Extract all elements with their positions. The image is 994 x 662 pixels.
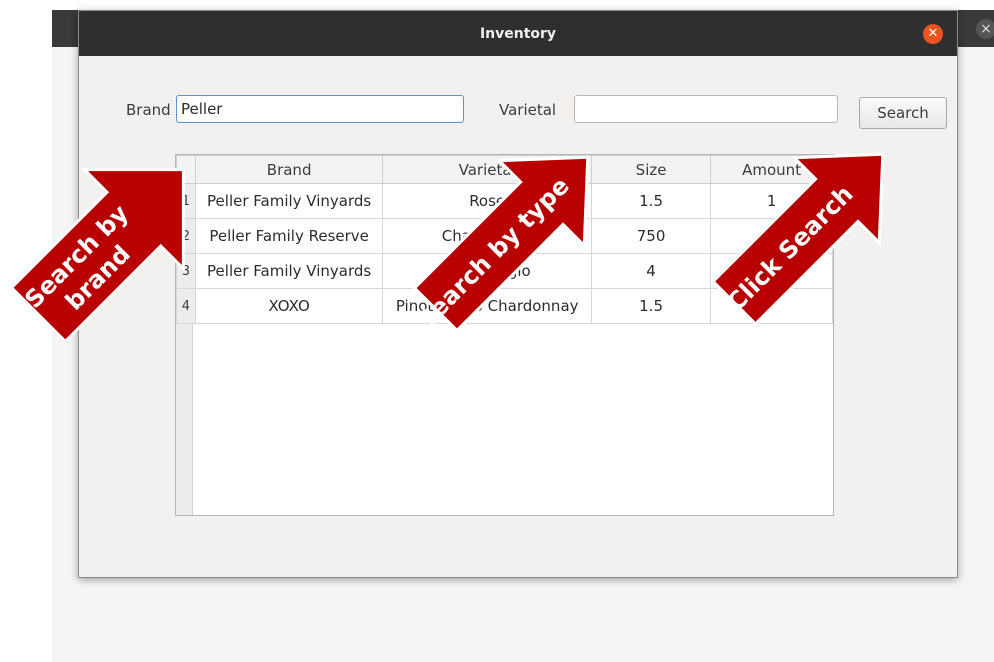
arrow-label: Search by type (411, 172, 574, 335)
arrow-label: Click Search (722, 180, 859, 317)
search-by-type-arrow: Search by type (411, 155, 590, 335)
annotation-overlay: Search by brand Search by type Click Sea… (9, 152, 885, 344)
click-search-arrow: Click Search (710, 152, 885, 327)
search-by-brand-arrow: Search by brand (9, 168, 185, 344)
